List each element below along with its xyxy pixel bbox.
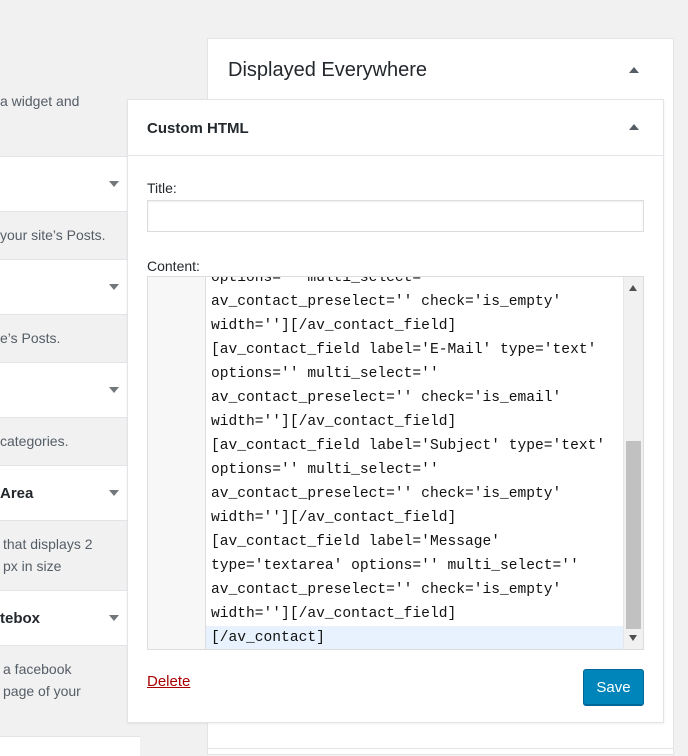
code-line[interactable]: av_contact_preselect='' check='is_email' xyxy=(206,386,623,410)
widget-description: page of your xyxy=(3,683,81,699)
widget-header[interactable]: Custom HTML xyxy=(128,100,663,156)
code-text: width=''][/av_contact_field] xyxy=(211,606,457,622)
save-button[interactable]: Save xyxy=(583,669,644,705)
code-text: av_contact_preselect='' check='is_empty' xyxy=(211,486,562,502)
code-text: av_contact_preselect='' check='is_empty' xyxy=(211,582,562,598)
widget-title: Custom HTML xyxy=(147,120,249,137)
code-line[interactable]: options='' multi_select='' xyxy=(206,458,623,482)
available-widget-2[interactable] xyxy=(0,259,127,315)
scroll-up-icon[interactable] xyxy=(629,285,637,291)
code-line[interactable]: width=''][/av_contact_field] xyxy=(206,410,623,434)
code-text: width=''][/av_contact_field] xyxy=(211,414,457,430)
code-text: options='' multi_select='' xyxy=(211,277,439,286)
code-line[interactable]: av_contact_preselect='' check='is_empty' xyxy=(206,578,623,602)
code-line[interactable]: options='' multi_select='' xyxy=(206,277,623,290)
code-line[interactable]: av_contact_preselect='' check='is_empty' xyxy=(206,482,623,506)
available-widget-4[interactable]: Area xyxy=(0,465,127,521)
code-text: [/av_contact] xyxy=(211,630,325,646)
code-line[interactable]: av_contact_preselect='' check='is_empty' xyxy=(206,290,623,314)
code-text: av_contact_preselect='' check='is_email' xyxy=(211,390,562,406)
title-label: Title: xyxy=(147,180,177,196)
expand-icon[interactable] xyxy=(109,387,119,393)
collapse-sidebar-icon[interactable] xyxy=(629,67,639,73)
widget-title: Area xyxy=(0,485,34,502)
widget-description: e’s Posts. xyxy=(0,330,61,346)
available-widget-1[interactable] xyxy=(0,156,127,212)
custom-html-widget: Custom HTML Title: Content: options='' m… xyxy=(127,99,664,723)
line-number-gutter xyxy=(148,277,206,649)
available-widget-3[interactable] xyxy=(0,362,127,418)
expand-icon[interactable] xyxy=(109,284,119,290)
widget-title: tebox xyxy=(0,610,41,627)
code-lines: options='' multi_select='' av_contact_pre… xyxy=(206,277,623,649)
code-text: type='textarea' options='' multi_select=… xyxy=(211,558,579,574)
code-text: options='' multi_select='' xyxy=(211,366,439,382)
code-line[interactable]: type='textarea' options='' multi_select=… xyxy=(206,554,623,578)
code-line[interactable]: width=''][/av_contact_field] xyxy=(206,602,623,626)
available-widget-6[interactable] xyxy=(0,736,140,756)
code-text: width=''][/av_contact_field] xyxy=(211,318,457,334)
widget-description: categories. xyxy=(0,433,69,449)
collapse-widget-icon[interactable] xyxy=(629,124,639,130)
title-input[interactable] xyxy=(147,200,644,232)
expand-icon[interactable] xyxy=(109,490,119,496)
code-text: av_contact_preselect='' check='is_empty' xyxy=(211,294,562,310)
available-widgets-list: a widget and your site’s Posts. e’s Post… xyxy=(0,0,140,756)
code-line[interactable]: 4[av_contact_field label='Subject' type=… xyxy=(206,434,623,458)
editor-scrollbar[interactable] xyxy=(623,277,643,649)
widget-description: that displays 2 xyxy=(3,536,93,552)
available-widget-5[interactable]: tebox xyxy=(0,590,127,646)
code-line[interactable]: 5[av_contact_field label='Message' xyxy=(206,530,623,554)
code-line[interactable]: width=''][/av_contact_field] xyxy=(206,506,623,530)
code-area[interactable]: options='' multi_select='' av_contact_pre… xyxy=(206,277,623,649)
expand-icon[interactable] xyxy=(109,615,119,621)
code-text: [av_contact_field label='Message' xyxy=(211,534,501,550)
widget-description: a facebook xyxy=(3,661,72,677)
code-editor[interactable]: options='' multi_select='' av_contact_pre… xyxy=(147,276,644,650)
sidebar-title[interactable]: Displayed Everywhere xyxy=(228,59,427,82)
widget-description: px in size xyxy=(3,558,62,574)
code-text: width=''][/av_contact_field] xyxy=(211,510,457,526)
code-line[interactable]: 6[/av_contact] xyxy=(206,626,623,649)
code-text: [av_contact_field label='Subject' type='… xyxy=(211,438,606,454)
code-text: [av_contact_field label='E-Mail' type='t… xyxy=(211,342,597,358)
code-line[interactable]: 3[av_contact_field label='E-Mail' type='… xyxy=(206,338,623,362)
delete-link[interactable]: Delete xyxy=(147,673,190,690)
scroll-down-icon[interactable] xyxy=(629,635,637,641)
widget-description: a widget and xyxy=(0,93,80,109)
expand-icon[interactable] xyxy=(109,181,119,187)
content-label: Content: xyxy=(147,258,200,274)
code-line[interactable]: width=''][/av_contact_field] xyxy=(206,314,623,338)
scroll-thumb[interactable] xyxy=(626,441,641,629)
divider xyxy=(207,748,674,749)
code-line[interactable]: options='' multi_select='' xyxy=(206,362,623,386)
widget-description: your site’s Posts. xyxy=(0,227,106,243)
code-text: options='' multi_select='' xyxy=(211,462,439,478)
